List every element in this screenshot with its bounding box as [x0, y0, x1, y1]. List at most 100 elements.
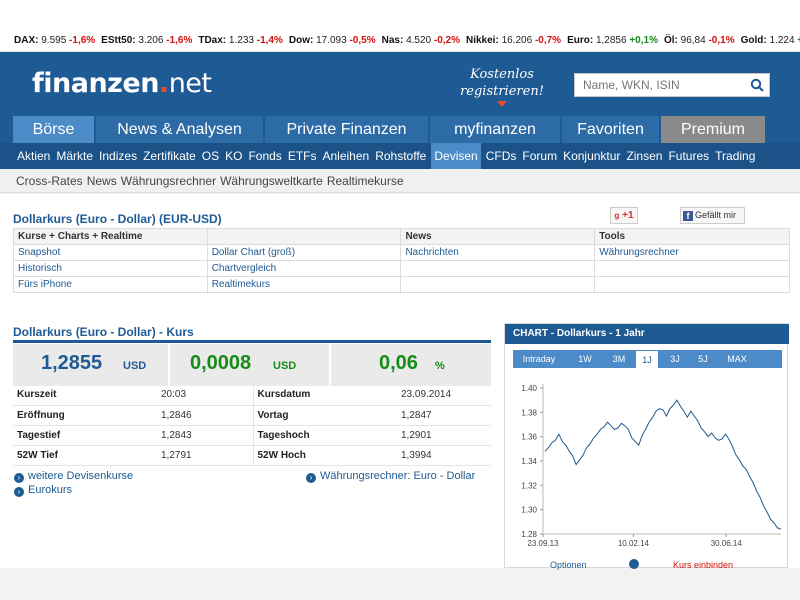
- section-link-news[interactable]: News: [87, 174, 117, 188]
- table-row: 52W Tief 1,2791 52W Hoch 1,3994: [13, 445, 491, 466]
- link-nachrichten[interactable]: Nachrichten: [400, 244, 596, 261]
- subnav-item-ko[interactable]: KO: [224, 143, 243, 169]
- search-box: [574, 73, 770, 97]
- link-eurokurs[interactable]: › Eurokurs: [14, 484, 72, 497]
- subnav-item-anleihen[interactable]: Anleihen: [321, 143, 370, 169]
- tab-favoriten[interactable]: Favoriten: [562, 116, 659, 143]
- subnav-item-zinsen[interactable]: Zinsen: [625, 143, 663, 169]
- quote-details-table: Kurszeit 20:03 Kursdatum 23.09.2014 Eröf…: [13, 385, 491, 466]
- ticker-item[interactable]: DAX: 9.595 -1,6%: [14, 35, 95, 46]
- link-snapshot[interactable]: Snapshot: [13, 244, 208, 261]
- subnav-item-forum[interactable]: Forum: [521, 143, 558, 169]
- subnav-item-rohstoffe[interactable]: Rohstoffe: [374, 143, 427, 169]
- section-link-w-hrungsrechner[interactable]: Währungsrechner: [121, 174, 216, 188]
- ticker-item[interactable]: EStt50: 3.206 -1,6%: [101, 35, 192, 46]
- ticker-name: EStt50:: [101, 35, 136, 46]
- value-kurszeit: 20:03: [157, 385, 253, 406]
- tab-premium[interactable]: Premium: [661, 116, 765, 143]
- tab-myfinanzen[interactable]: myfinanzen: [430, 116, 560, 143]
- subnav-item-indizes[interactable]: Indizes: [98, 143, 138, 169]
- subnav-item-m-rkte[interactable]: Märkte: [55, 143, 94, 169]
- subnav-item-zertifikate[interactable]: Zertifikate: [142, 143, 197, 169]
- info-icon[interactable]: [629, 559, 639, 569]
- range-tab-1w[interactable]: 1W: [571, 350, 599, 368]
- section-link-realtimekurse[interactable]: Realtimekurse: [327, 174, 404, 188]
- ticker-item[interactable]: Öl: 96,84 -0,1%: [664, 35, 735, 46]
- y-tick-label: 1.32: [521, 481, 537, 490]
- ticker-item[interactable]: Dow: 17.093 -0,5%: [289, 35, 376, 46]
- series-line: [544, 399, 782, 530]
- link-realtimekurs[interactable]: Realtimekurs: [206, 276, 402, 293]
- tab-private-finanzen[interactable]: Private Finanzen: [265, 116, 428, 143]
- subnav-item-aktien[interactable]: Aktien: [16, 143, 51, 169]
- range-tab-3m[interactable]: 3M: [605, 350, 633, 368]
- google-plus-button[interactable]: g +1: [610, 207, 638, 224]
- range-tab-1j[interactable]: 1J: [635, 350, 659, 368]
- subnav-item-devisen[interactable]: Devisen: [431, 143, 481, 169]
- section-link-w-hrungsweltkarte[interactable]: Währungsweltkarte: [220, 174, 323, 188]
- ticker-item[interactable]: Nas: 4.520 -0,2%: [382, 35, 460, 46]
- range-tab-intraday[interactable]: Intraday: [513, 350, 565, 368]
- chart-options-link[interactable]: Optionen: [550, 560, 587, 570]
- link-dollar-chart[interactable]: Dollar Chart (groß): [206, 244, 402, 261]
- section-link-cross-rates[interactable]: Cross-Rates: [16, 174, 83, 188]
- range-tab-3j[interactable]: 3J: [663, 350, 687, 368]
- ticker-value: 9.595: [41, 35, 67, 46]
- ticker-item[interactable]: TDax: 1.233 -1,4%: [198, 35, 283, 46]
- table-row: Historisch Chartvergleich: [13, 260, 790, 277]
- empty-cell: [400, 260, 596, 277]
- facebook-like-button[interactable]: f Gefällt mir: [680, 207, 745, 224]
- arrow-down-icon: [497, 101, 507, 107]
- range-tab-5j[interactable]: 5J: [691, 350, 715, 368]
- link-historisch[interactable]: Historisch: [13, 260, 208, 277]
- links-header-tools: Tools: [594, 228, 790, 245]
- link-waehrungsrechner[interactable]: Währungsrechner: [594, 244, 790, 261]
- subnav-item-trading[interactable]: Trading: [714, 143, 756, 169]
- price-chart: 1.40 1.38 1.36 1.34 1.32 1.30 1.2823.09.13 10.0…: [521, 384, 782, 548]
- ticker-item[interactable]: Gold: 1.224 +0,1%: [741, 35, 800, 46]
- subnav-item-cfds[interactable]: CFDs: [485, 143, 518, 169]
- subnav-item-fonds[interactable]: Fonds: [247, 143, 282, 169]
- subnav-item-futures[interactable]: Futures: [667, 143, 710, 169]
- links-table: Kurse + Charts + Realtime News Tools Sna…: [13, 228, 790, 293]
- change-absolute: 0,0008: [190, 352, 252, 374]
- ticker-name: Euro:: [567, 35, 594, 46]
- subnav-item-os[interactable]: OS: [201, 143, 220, 169]
- ticker-item[interactable]: Nikkei: 16.206 -0,7%: [466, 35, 561, 46]
- y-tick-label: 1.34: [521, 457, 537, 466]
- ticker-name: DAX:: [14, 35, 39, 46]
- ticker-value: 1.233: [228, 35, 254, 46]
- x-tick-label: 23.09.13: [527, 539, 559, 548]
- search-input[interactable]: [575, 74, 745, 96]
- link-waehrungsrechner-euro-dollar[interactable]: › Währungsrechner: Euro - Dollar: [306, 470, 475, 483]
- ticker-change: -0,1%: [708, 35, 735, 46]
- label-kursdatum: Kursdatum: [252, 385, 397, 406]
- subnav-item-etfs[interactable]: ETFs: [287, 143, 318, 169]
- change-percent: 0,06: [379, 352, 418, 374]
- range-tab-max[interactable]: MAX: [719, 350, 755, 368]
- chart-title: CHART - Dollarkurs - 1 Jahr: [505, 324, 789, 344]
- change-pct-box: 0,06 %: [333, 344, 491, 386]
- change-abs-box: 0,0008 USD: [172, 344, 331, 386]
- embed-quote-link[interactable]: Kurs einbinden: [673, 560, 733, 570]
- label-52w-tief: 52W Tief: [13, 445, 157, 466]
- link-chartvergleich[interactable]: Chartvergleich: [206, 260, 402, 277]
- site-logo[interactable]: finanzen.net: [32, 68, 212, 99]
- label-52w-hoch: 52W Hoch: [252, 445, 397, 466]
- chevron-right-icon: ›: [14, 487, 24, 497]
- ticker-value: 3.206: [138, 35, 164, 46]
- link-more-devisenkurse[interactable]: › weitere Devisenkurse: [14, 470, 133, 483]
- ticker-change: -0,7%: [534, 35, 562, 46]
- link-iphone[interactable]: Fürs iPhone: [13, 276, 208, 293]
- main-navigation: Börse News & Analysen Private Finanzen m…: [0, 116, 800, 143]
- register-link[interactable]: Kostenlos registrieren!: [460, 66, 544, 107]
- search-icon[interactable]: [750, 78, 764, 92]
- ticker-item[interactable]: Euro: 1,2856 +0,1%: [567, 35, 658, 46]
- ticker-change: -0,5%: [349, 35, 376, 46]
- chart-range-tabs: Intraday 1W 3M 1J 3J 5J MAX: [513, 350, 782, 368]
- tab-news-analysen[interactable]: News & Analysen: [96, 116, 263, 143]
- tab-boerse[interactable]: Börse: [13, 116, 94, 143]
- price-box: 1,2855 USD: [13, 344, 170, 386]
- subnav-item-konjunktur[interactable]: Konjunktur: [562, 143, 621, 169]
- ticker-name: Öl:: [663, 35, 678, 46]
